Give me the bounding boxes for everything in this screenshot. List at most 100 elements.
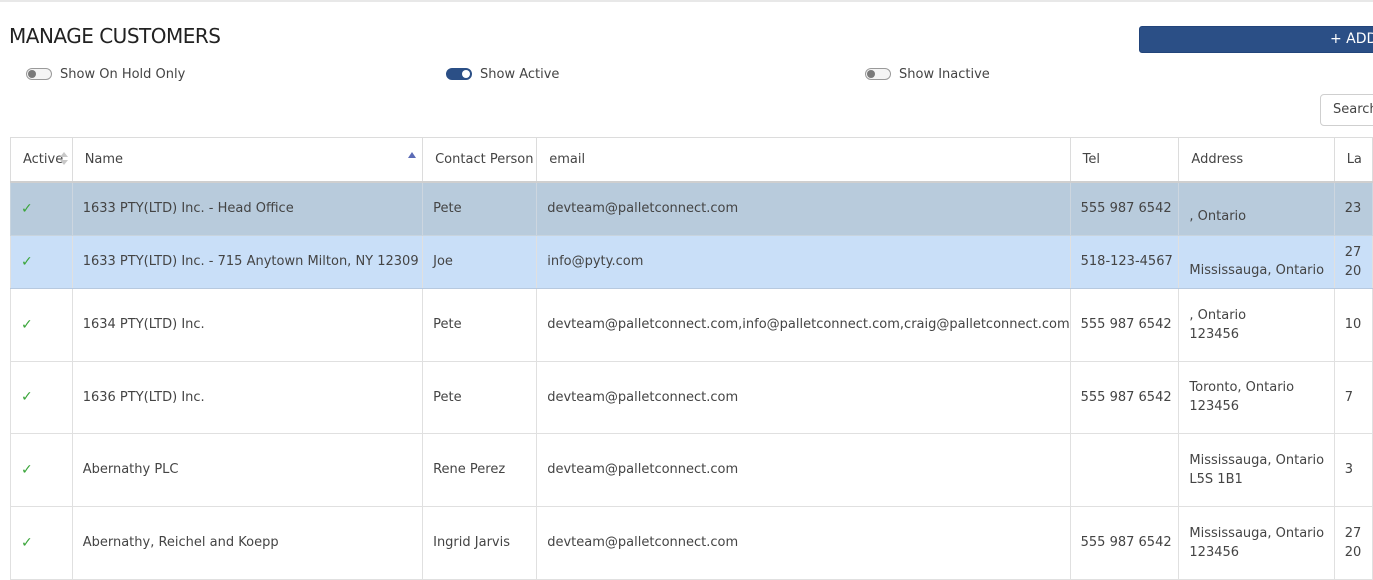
- active-cell: ✓: [10, 182, 73, 236]
- address-line-2: 123456: [1189, 544, 1240, 560]
- contact-cell: Rene Perez: [422, 433, 538, 507]
- show-active-label: Show Active: [480, 66, 560, 82]
- column-header-name[interactable]: Name: [72, 137, 424, 183]
- last-cell: 27 20: [1334, 235, 1373, 289]
- column-header-label: Tel: [1082, 152, 1100, 167]
- show-inactive-toggle[interactable]: Show Inactive: [865, 66, 990, 82]
- sort-icon[interactable]: [59, 152, 68, 166]
- column-header-label: Address: [1191, 152, 1244, 167]
- column-header-tel[interactable]: Tel: [1070, 137, 1180, 183]
- name-cell: 1633 PTY(LTD) Inc. - 715 Anytown Milton,…: [72, 235, 424, 289]
- tel-cell: 555 987 6542: [1070, 182, 1180, 236]
- tel-cell: 555 987 6542: [1070, 361, 1180, 434]
- email-cell: devteam@palletconnect.com: [536, 182, 1071, 236]
- check-icon: ✓: [21, 316, 33, 333]
- top-divider: [0, 0, 1373, 2]
- column-header-active[interactable]: Active: [10, 137, 73, 183]
- last-cell: 23: [1334, 182, 1373, 236]
- column-header-label: Name: [84, 152, 124, 167]
- address-line-2: L5S 1B1: [1189, 471, 1243, 487]
- address-line-2: 123456: [1189, 399, 1240, 414]
- add-customer-button[interactable]: + ADD: [1139, 26, 1373, 53]
- column-header-label: Contact Person: [435, 152, 534, 167]
- tel-cell: 518-123-4567: [1070, 235, 1180, 289]
- address-cell: , Ontario: [1178, 182, 1335, 236]
- page-title: MANAGE CUSTOMERS: [9, 24, 221, 48]
- active-cell: ✓: [10, 506, 73, 580]
- column-header-label: Active: [23, 152, 64, 167]
- column-header-contact-person[interactable]: Contact Person: [422, 137, 538, 183]
- tel-cell: 555 987 6542: [1070, 288, 1180, 362]
- contact-cell: Joe: [422, 235, 538, 289]
- column-header-label: La: [1346, 152, 1362, 167]
- show-on-hold-toggle[interactable]: Show On Hold Only: [26, 66, 185, 82]
- active-cell: ✓: [10, 433, 73, 507]
- manage-customers-page: MANAGE CUSTOMERS + ADD Show On Hold Only…: [0, 0, 1373, 580]
- address-cell: Toronto, Ontario 123456: [1178, 361, 1335, 434]
- last-cell: 7: [1334, 361, 1373, 434]
- toggle-switch[interactable]: [865, 68, 891, 80]
- check-icon: ✓: [21, 389, 33, 405]
- show-on-hold-label: Show On Hold Only: [60, 66, 186, 82]
- toggle-knob: [462, 70, 470, 78]
- search-input[interactable]: Search: [1320, 94, 1373, 126]
- last-line-2: 20: [1344, 263, 1362, 279]
- address-cell: Mississauga, Ontario: [1178, 235, 1335, 289]
- last-cell: 10: [1334, 288, 1373, 362]
- show-inactive-label: Show Inactive: [899, 66, 990, 82]
- email-cell: devteam@palletconnect.com: [536, 506, 1071, 580]
- email-cell: info@pyty.com: [536, 235, 1071, 289]
- address-cell: , Ontario 123456: [1178, 288, 1335, 362]
- table-row[interactable]: ✓ 1634 PTY(LTD) Inc. Pete devteam@pallet…: [10, 288, 1373, 362]
- toggle-knob: [28, 70, 36, 78]
- address-line-1: Mississauga, Ontario: [1189, 525, 1325, 541]
- last-line-2: 20: [1344, 544, 1362, 560]
- contact-cell: Ingrid Jarvis: [422, 506, 538, 580]
- contact-cell: Pete: [422, 361, 538, 434]
- column-header-label: email: [549, 152, 586, 167]
- last-line-1: 27: [1344, 525, 1362, 541]
- tel-cell: [1070, 433, 1180, 507]
- name-cell: 1633 PTY(LTD) Inc. - Head Office: [72, 182, 424, 236]
- email-cell: devteam@palletconnect.com,info@palletcon…: [536, 288, 1071, 362]
- table-row[interactable]: ✓ Abernathy, Reichel and Koepp Ingrid Ja…: [10, 506, 1373, 580]
- toggle-knob: [867, 70, 875, 78]
- last-cell: 3: [1334, 433, 1373, 507]
- email-cell: devteam@palletconnect.com: [536, 433, 1071, 507]
- address-cell: Mississauga, Ontario L5S 1B1: [1178, 433, 1335, 507]
- check-icon: ✓: [21, 461, 33, 478]
- address-line-2: Mississauga, Ontario: [1189, 263, 1325, 278]
- last-cell: 27 20: [1334, 506, 1373, 580]
- active-cell: ✓: [10, 288, 73, 362]
- show-active-toggle[interactable]: Show Active: [446, 66, 559, 82]
- name-cell: 1636 PTY(LTD) Inc.: [72, 361, 424, 434]
- table-row[interactable]: ✓ Abernathy PLC Rene Perez devteam@palle…: [10, 433, 1373, 507]
- table-row[interactable]: ✓ 1636 PTY(LTD) Inc. Pete devteam@pallet…: [10, 361, 1373, 434]
- toggle-switch[interactable]: [26, 68, 52, 80]
- table-row[interactable]: ✓ 1633 PTY(LTD) Inc. - 715 Anytown Milto…: [10, 235, 1373, 289]
- address-line-1: , Ontario: [1189, 307, 1247, 323]
- sort-ascending-icon[interactable]: [408, 152, 417, 158]
- name-cell: Abernathy PLC: [72, 433, 424, 507]
- name-cell: 1634 PTY(LTD) Inc.: [72, 288, 424, 362]
- address-line-2: , Ontario: [1189, 209, 1247, 225]
- contact-cell: Pete: [422, 288, 538, 362]
- address-line-1: Toronto, Ontario: [1189, 380, 1295, 395]
- table-header-row: Active Name Contact Person email Tel Add…: [10, 137, 1373, 183]
- column-header-email[interactable]: email: [536, 137, 1071, 183]
- check-icon: ✓: [21, 534, 33, 551]
- tel-cell: 555 987 6542: [1070, 506, 1180, 580]
- address-line-1: Mississauga, Ontario: [1189, 452, 1325, 468]
- column-header-address[interactable]: Address: [1178, 137, 1335, 183]
- address-cell: Mississauga, Ontario 123456: [1178, 506, 1335, 580]
- email-cell: devteam@palletconnect.com: [536, 361, 1071, 434]
- column-header-last[interactable]: La: [1334, 137, 1373, 183]
- table-row[interactable]: ✓ 1633 PTY(LTD) Inc. - Head Office Pete …: [10, 182, 1373, 236]
- name-cell: Abernathy, Reichel and Koepp: [72, 506, 424, 580]
- active-cell: ✓: [10, 361, 73, 434]
- check-icon: ✓: [21, 200, 33, 217]
- toggle-switch[interactable]: [446, 68, 472, 80]
- last-line-1: 27: [1344, 244, 1362, 260]
- contact-cell: Pete: [422, 182, 538, 236]
- customers-table: Active Name Contact Person email Tel Add…: [10, 137, 1373, 580]
